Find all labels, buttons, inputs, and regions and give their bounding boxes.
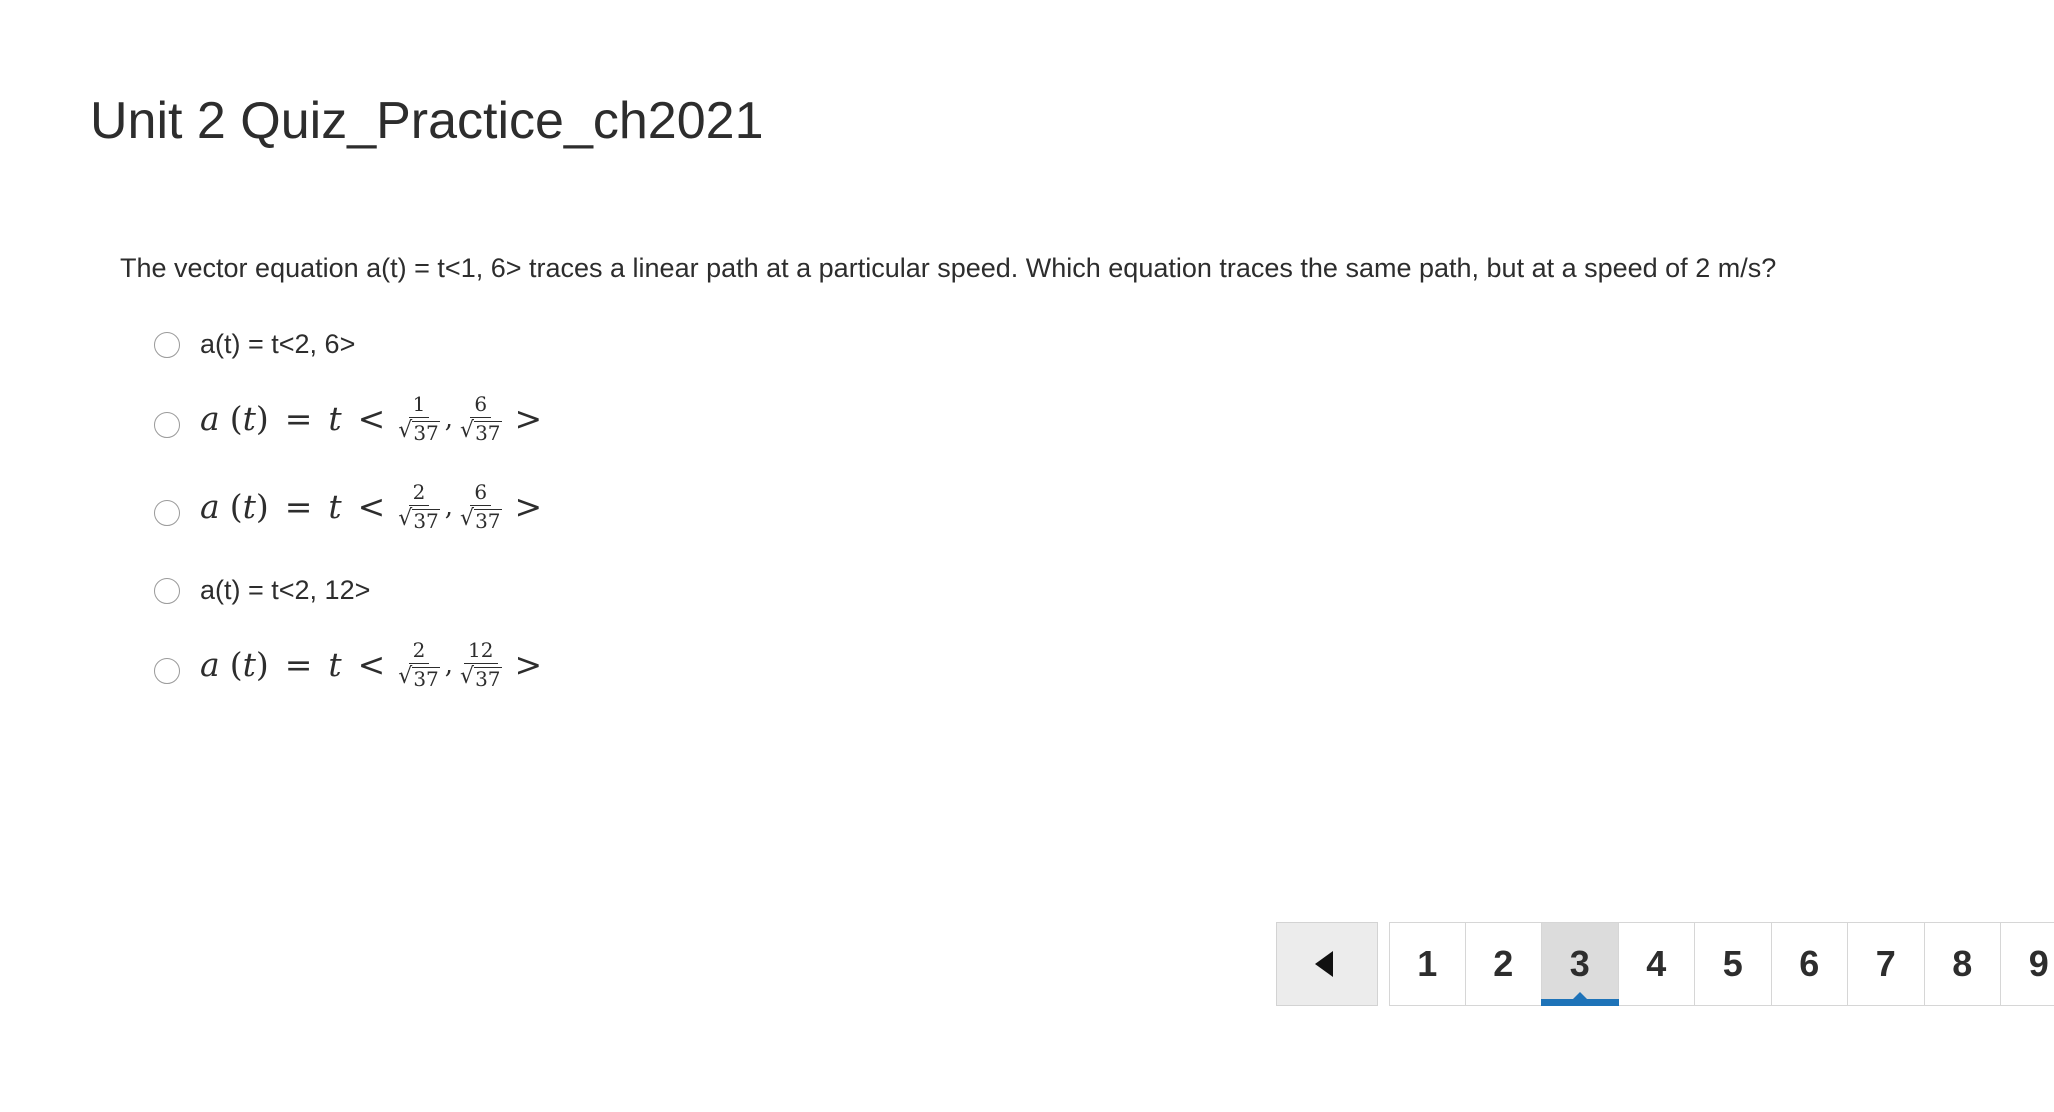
page-number-label: 9 <box>2028 943 2049 984</box>
page-number-label: 3 <box>1569 943 1590 984</box>
page-button-9[interactable]: 9 <box>2001 922 2054 1006</box>
page-button-8[interactable]: 8 <box>1924 922 2001 1006</box>
radio-button[interactable] <box>154 331 180 358</box>
fraction: 6 √ 37 <box>460 392 502 445</box>
page-number-label: 4 <box>1646 943 1667 984</box>
previous-question-button[interactable] <box>1276 922 1378 1006</box>
page-number-label: 5 <box>1722 943 1743 984</box>
fraction: 2 √ 37 <box>398 480 440 533</box>
answer-option-5[interactable]: a(t) = t < 2 √ 37 , 12 √ 37 > <box>154 639 542 690</box>
answer-option-1[interactable]: a(t) = t<2, 6> <box>154 329 355 360</box>
triangle-left-icon <box>1315 951 1333 977</box>
fraction: 1 √ 37 <box>398 392 440 445</box>
page-number-label: 2 <box>1493 943 1514 984</box>
radio-button[interactable] <box>154 499 180 526</box>
radio-button[interactable] <box>154 411 180 438</box>
answer-option-label: a(t) = t<2, 12> <box>200 575 371 605</box>
fraction: 2 √ 37 <box>398 638 440 691</box>
active-page-indicator <box>1541 999 1619 1006</box>
radio-button[interactable] <box>154 577 180 604</box>
answer-option-4[interactable]: a(t) = t<2, 12> <box>154 575 370 606</box>
fraction: 12 √ 37 <box>460 638 502 691</box>
page-number-label: 6 <box>1799 943 1820 984</box>
math-expression: a(t) = t < 2 √ 37 , 6 √ 37 > <box>200 480 543 533</box>
page-number-label: 1 <box>1417 943 1438 984</box>
quiz-page: Unit 2 Quiz_Practice_ch2021 The vector e… <box>0 0 2054 1112</box>
page-button-2[interactable]: 2 <box>1465 922 1542 1006</box>
page-number-label: 7 <box>1875 943 1896 984</box>
question-pagination: 1 2 3 4 5 6 7 8 9 <box>1389 922 2054 1006</box>
page-button-3[interactable]: 3 <box>1541 922 1619 1006</box>
page-button-4[interactable]: 4 <box>1618 922 1695 1006</box>
question-text: The vector equation a(t) = t<1, 6> trace… <box>120 253 1777 283</box>
answer-option-label: a(t) = t<2, 6> <box>200 329 356 359</box>
page-button-1[interactable]: 1 <box>1389 922 1466 1006</box>
fraction: 6 √ 37 <box>460 480 502 533</box>
math-expression: a(t) = t < 2 √ 37 , 12 √ 37 > <box>200 638 543 691</box>
page-button-7[interactable]: 7 <box>1848 922 1925 1006</box>
active-page-caret-icon <box>1571 992 1588 1000</box>
answer-option-3[interactable]: a(t) = t < 2 √ 37 , 6 √ 37 > <box>154 481 542 532</box>
answer-option-2[interactable]: a(t) = t < 1 √ 37 , 6 √ 37 > <box>154 393 542 444</box>
quiz-title: Unit 2 Quiz_Practice_ch2021 <box>90 92 764 150</box>
radio-button[interactable] <box>154 657 180 684</box>
page-button-6[interactable]: 6 <box>1771 922 1848 1006</box>
math-expression: a(t) = t < 1 √ 37 , 6 √ 37 > <box>200 392 543 445</box>
page-button-5[interactable]: 5 <box>1695 922 1772 1006</box>
page-number-label: 8 <box>1952 943 1973 984</box>
